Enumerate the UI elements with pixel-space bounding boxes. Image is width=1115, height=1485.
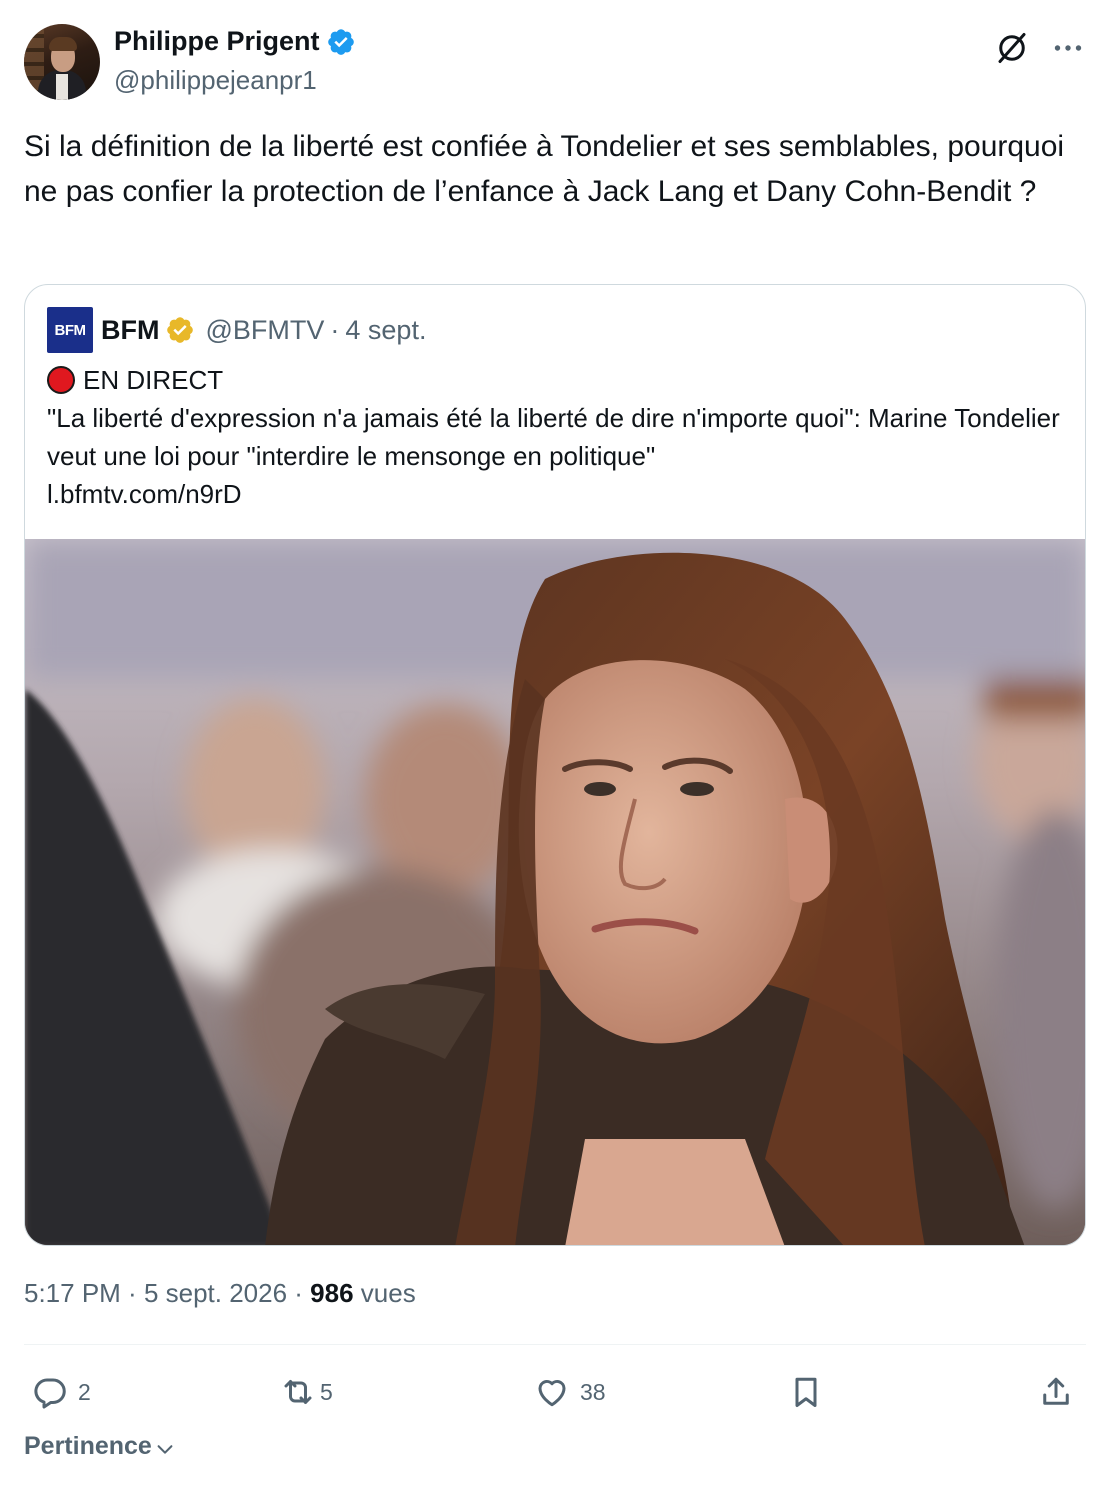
reply-count: 2 (78, 1378, 91, 1405)
quoted-text: "La liberté d'expression n'a jamais été … (47, 403, 1060, 471)
grok-icon[interactable] (994, 30, 1030, 66)
reply-icon (34, 1378, 66, 1409)
quoted-link[interactable]: l.bfmtv.com/n9rD (47, 475, 1067, 513)
quoted-tweet[interactable]: BFM BFM @BFMTV · 4 sept. EN DIRECT "La l… (24, 284, 1086, 1246)
live-label: EN DIRECT (83, 365, 224, 395)
quoted-separator: · (330, 314, 340, 345)
quoted-date[interactable]: 4 sept. (345, 315, 426, 346)
author-name[interactable]: Philippe Prigent (114, 26, 320, 57)
sort-label: Pertinence (24, 1432, 152, 1460)
share-button[interactable] (1038, 1364, 1074, 1420)
quoted-tweet-header: BFM BFM @BFMTV · 4 sept. (47, 307, 426, 353)
repost-count: 5 (320, 1378, 333, 1405)
quoted-author-handle[interactable]: @BFMTV (205, 315, 324, 346)
avatar-hair (49, 37, 77, 51)
photo-illustration (25, 539, 1085, 1245)
gold-verified-badge-icon (167, 317, 194, 343)
repost-icon (284, 1380, 312, 1404)
tweet-meta: 5:17 PM · 5 sept. 2026 · 986 vues (24, 1278, 416, 1309)
quoted-tweet-body: EN DIRECT "La liberté d'expression n'a j… (47, 361, 1067, 513)
views-label: vues (353, 1278, 416, 1308)
meta-separator: · (120, 1278, 144, 1308)
verified-badge-icon (327, 28, 354, 55)
tweet-header: Philippe Prigent @philippejeanpr1 (24, 24, 1086, 104)
more-icon[interactable] (1050, 30, 1086, 66)
author-handle[interactable]: @philippejeanpr1 (114, 65, 317, 96)
author-name-row[interactable]: Philippe Prigent (114, 26, 356, 57)
heart-icon (538, 1380, 566, 1407)
repost-button[interactable]: 5 (280, 1364, 333, 1420)
quoted-photo[interactable] (25, 539, 1085, 1245)
like-count: 38 (580, 1378, 606, 1405)
like-button[interactable]: 38 (534, 1364, 606, 1420)
chevron-down-icon (157, 1444, 173, 1454)
bfm-logo[interactable]: BFM (47, 307, 93, 353)
bookmark-button[interactable] (788, 1364, 824, 1420)
divider (24, 1344, 1086, 1345)
views-count: 986 (310, 1278, 354, 1308)
bookmark-icon (795, 1377, 817, 1407)
live-dot-icon (47, 366, 75, 394)
share-icon (1043, 1377, 1069, 1405)
avatar-shirt (56, 74, 68, 100)
reply-button[interactable]: 2 (32, 1364, 91, 1420)
tweet-time[interactable]: 5:17 PM (24, 1278, 121, 1308)
avatar[interactable] (24, 24, 100, 100)
action-bar: 2 5 38 (24, 1364, 1086, 1420)
live-line: EN DIRECT (47, 361, 1067, 399)
quoted-author-name[interactable]: BFM (101, 315, 159, 346)
meta-separator: · (287, 1278, 311, 1308)
tweet-text: Si la définition de la liberté est confi… (24, 130, 1065, 208)
tweet-date[interactable]: 5 sept. 2026 (144, 1278, 287, 1308)
sort-dropdown[interactable]: Pertinence (24, 1432, 176, 1461)
